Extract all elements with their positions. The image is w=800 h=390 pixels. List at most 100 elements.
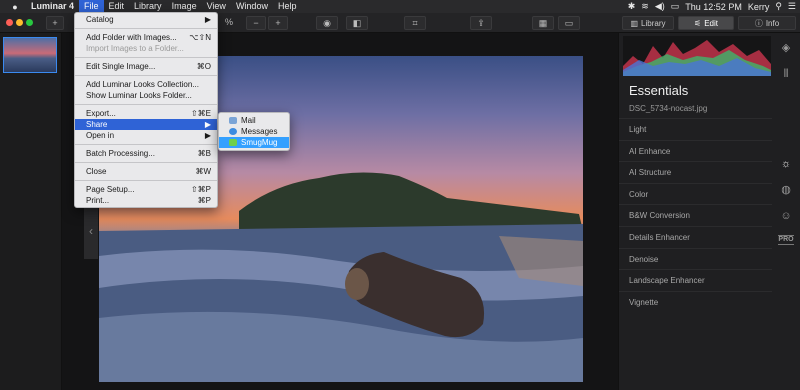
- menu-separator: [75, 144, 217, 145]
- log-end: [345, 268, 369, 300]
- library-icon: ▥: [630, 18, 639, 28]
- compare-icon[interactable]: ◧: [346, 16, 368, 30]
- menu-separator: [75, 104, 217, 105]
- clock[interactable]: Thu 12:52 PM: [685, 2, 742, 12]
- grid-view-icon[interactable]: ▦: [532, 16, 554, 30]
- menu-item-label: Open in: [86, 131, 115, 140]
- menu-separator: [75, 75, 217, 76]
- image-thumbnail[interactable]: [3, 37, 57, 73]
- submenu-arrow-icon: ▶: [204, 15, 211, 24]
- menu-item-batch-processing[interactable]: Batch Processing... ⌘B: [75, 148, 217, 159]
- previous-image-button[interactable]: ‹: [84, 203, 98, 259]
- tool-ai-structure[interactable]: AI Structure: [619, 161, 773, 183]
- zoom-window-button[interactable]: [26, 19, 33, 26]
- menu-item-label: Print...: [86, 196, 110, 205]
- pro-icon[interactable]: PRO: [778, 235, 794, 245]
- tool-color[interactable]: Color: [619, 182, 773, 205]
- share-item-messages[interactable]: Messages: [219, 126, 289, 137]
- tab-edit[interactable]: ⚟ Edit: [678, 16, 734, 30]
- menu-item-add-folder[interactable]: Add Folder with Images... ⌥⇧N: [75, 32, 217, 43]
- sliders-icon: ⚟: [694, 18, 702, 28]
- file-menu: Catalog ▶ Add Folder with Images... ⌥⇧N Im…: [74, 12, 218, 208]
- tab-info-label: Info: [765, 18, 780, 28]
- bluetooth-icon[interactable]: ✱: [628, 1, 636, 12]
- zoom-out-button[interactable]: −: [246, 16, 266, 30]
- close-window-button[interactable]: [6, 19, 13, 26]
- menu-separator: [75, 28, 217, 29]
- menu-separator: [75, 162, 217, 163]
- tool-denoise[interactable]: Denoise: [619, 247, 773, 270]
- menu-item-open-in[interactable]: Open in ▶: [75, 130, 217, 141]
- menu-item-label: Catalog: [86, 15, 114, 24]
- menu-item-add-looks-collection[interactable]: Add Luminar Looks Collection...: [75, 79, 217, 90]
- tab-library[interactable]: ▥ Library: [622, 16, 674, 30]
- minimize-window-button[interactable]: [16, 19, 23, 26]
- tool-landscape-enhancer[interactable]: Landscape Enhancer: [619, 269, 773, 291]
- share-item-smugmug[interactable]: SmugMug: [219, 137, 289, 148]
- single-view-icon[interactable]: ▭: [558, 16, 580, 30]
- menu-item-share[interactable]: Share ▶: [75, 119, 217, 130]
- tool-ai-enhance[interactable]: AI Enhance: [619, 139, 773, 162]
- volume-icon[interactable]: ◀): [655, 1, 665, 12]
- tool-light[interactable]: Light: [619, 118, 773, 140]
- sun-icon[interactable]: ☼: [778, 157, 794, 171]
- share-item-label: SmugMug: [241, 138, 278, 147]
- tab-library-label: Library: [641, 18, 666, 28]
- menu-shortcut: ⌘B: [197, 149, 211, 158]
- layers-icon[interactable]: ◈: [778, 41, 794, 55]
- menu-item-label: Add Luminar Looks Collection...: [86, 80, 199, 89]
- menu-item-label: Share: [86, 120, 108, 129]
- menu-item-page-setup[interactable]: Page Setup... ⇧⌘P: [75, 184, 217, 195]
- menu-item-label: Batch Processing...: [86, 149, 155, 158]
- eye-icon[interactable]: ◉: [316, 16, 338, 30]
- menu-window[interactable]: Window: [231, 0, 273, 13]
- apple-icon[interactable]: ●: [8, 2, 22, 12]
- headland: [239, 172, 583, 231]
- tool-vignette[interactable]: Vignette: [619, 290, 773, 313]
- face-icon[interactable]: ☺: [778, 209, 794, 223]
- menu-item-close[interactable]: Close ⌘W: [75, 166, 217, 177]
- menu-item-export[interactable]: Export... ⇧⌘E: [75, 108, 217, 119]
- zoom-level[interactable]: %: [218, 16, 240, 30]
- smugmug-icon: [229, 139, 237, 146]
- menu-item-show-looks-folder[interactable]: Show Luminar Looks Folder...: [75, 90, 217, 101]
- tab-info[interactable]: ⓘ Info: [738, 16, 796, 30]
- tool-bw-conversion[interactable]: B&W Conversion: [619, 204, 773, 226]
- palette-icon[interactable]: ◍: [778, 183, 794, 197]
- tools-list: Light AI Enhance AI Structure Color B&W …: [619, 118, 773, 312]
- menu-item-print[interactable]: Print... ⌘P: [75, 195, 217, 206]
- share-submenu: Mail Messages SmugMug: [218, 112, 290, 151]
- battery-icon[interactable]: ▭: [671, 1, 680, 12]
- status-area: ✱ ≋ ◀) ▭ Thu 12:52 PM Kerry ⚲ ☰: [628, 0, 796, 13]
- menu-shortcut: ⌘O: [196, 62, 211, 71]
- control-center-icon[interactable]: ☰: [788, 1, 796, 12]
- menu-item-label: Export...: [86, 109, 116, 118]
- canvas-icon[interactable]: ⫴: [778, 67, 794, 81]
- right-toolbar: ◈ ⫴ ☼ ◍ ☺ PRO: [772, 33, 800, 390]
- zoom-in-button[interactable]: +: [268, 16, 288, 30]
- menu-app-name[interactable]: Luminar 4: [26, 0, 79, 13]
- user-name[interactable]: Kerry: [748, 2, 770, 12]
- menu-separator: [75, 57, 217, 58]
- menu-shortcut: ⌘W: [195, 167, 211, 176]
- share-item-mail[interactable]: Mail: [219, 115, 289, 126]
- spotlight-icon[interactable]: ⚲: [775, 1, 782, 12]
- crop-icon[interactable]: ⌗: [404, 16, 426, 30]
- add-button[interactable]: +: [46, 16, 64, 30]
- menu-separator: [75, 180, 217, 181]
- menu-item-import-images: Import Images to a Folder...: [75, 43, 217, 54]
- share-icon[interactable]: ⇪: [470, 16, 492, 30]
- menu-item-label: Import Images to a Folder...: [86, 44, 184, 53]
- menu-item-label: Show Luminar Looks Folder...: [86, 91, 192, 100]
- messages-icon: [229, 128, 237, 135]
- menu-item-edit-single-image[interactable]: Edit Single Image... ⌘O: [75, 61, 217, 72]
- menu-item-catalog[interactable]: Catalog ▶: [75, 14, 217, 25]
- filmstrip: [0, 33, 62, 390]
- menu-shortcut: ⇧⌘P: [190, 185, 211, 194]
- wifi-icon[interactable]: ≋: [641, 1, 649, 12]
- menu-help[interactable]: Help: [273, 0, 302, 13]
- histogram-graph: [623, 40, 771, 76]
- tool-details-enhancer[interactable]: Details Enhancer: [619, 225, 773, 248]
- menu-shortcut: ⇧⌘E: [190, 109, 211, 118]
- panel-title: Essentials: [629, 83, 689, 98]
